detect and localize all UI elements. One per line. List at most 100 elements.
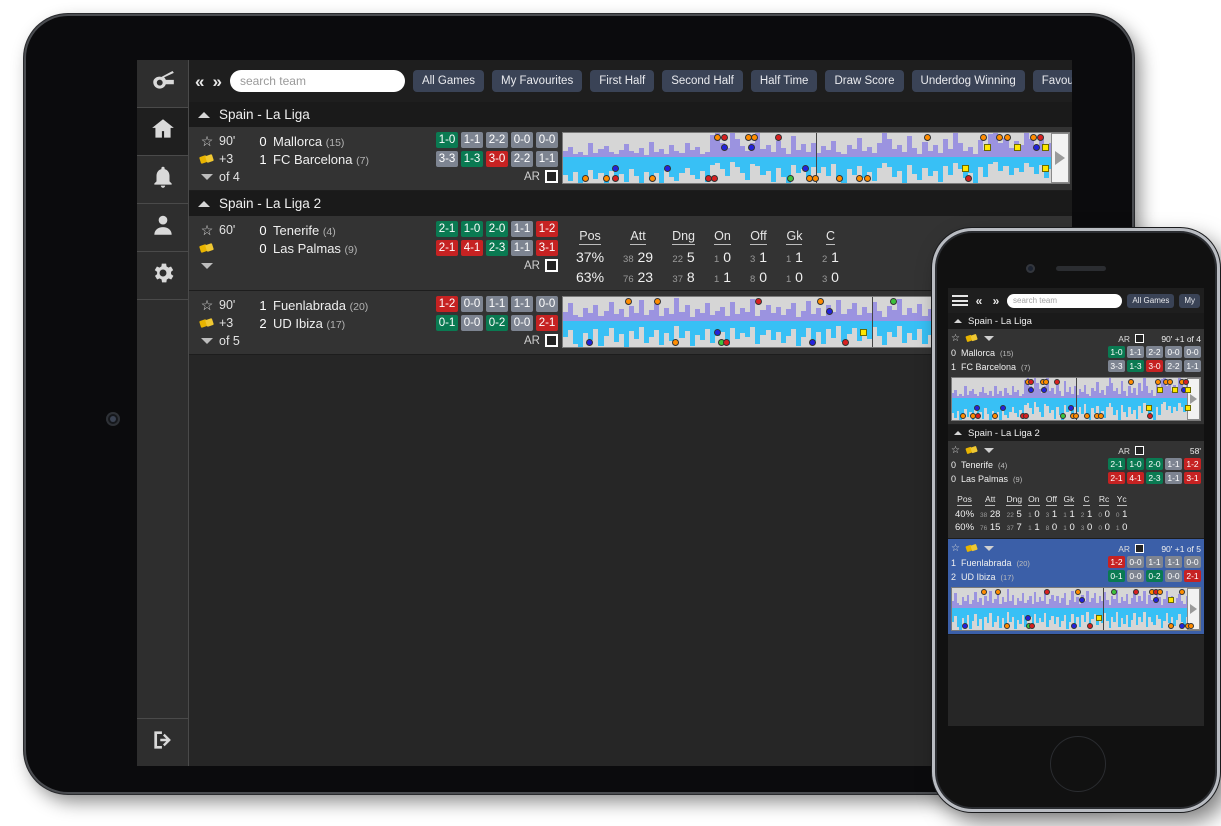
cards-icon[interactable] — [965, 442, 979, 460]
favourite-star-icon[interactable]: ☆ — [951, 445, 960, 456]
match-row[interactable]: ☆ AR 90' +1 of 4 0 Mallorca (15) 1 FC Ba… — [948, 329, 1204, 425]
chart-event-dot — [1042, 379, 1049, 385]
expand-match-icon[interactable] — [195, 338, 219, 344]
match-row[interactable]: ☆ AR 58' 0 Tenerife (4) 0 Las Palmas (9)… — [948, 441, 1204, 539]
recent-scores: 2-1 1-0 2-0 1-1 1-2 2-1 4-1 2-3 1-1 3-1 — [434, 216, 562, 290]
collapse-all-icon[interactable]: « — [195, 73, 204, 90]
logout-icon — [150, 727, 176, 758]
chart-event-dot — [1182, 379, 1189, 385]
stat-away-value: 3 0 — [821, 269, 839, 285]
score-chip: 2-2 — [1165, 360, 1182, 372]
momentum-chart[interactable] — [562, 132, 1070, 184]
phone-home-button[interactable] — [1050, 736, 1106, 792]
menu-icon[interactable] — [952, 295, 968, 306]
ar-checkbox[interactable] — [545, 334, 558, 347]
expand-match-icon[interactable] — [195, 263, 219, 269]
stat-column: On 1 0 1 1 — [1028, 489, 1040, 533]
filter-second-half[interactable]: Second Half — [662, 70, 743, 92]
filter-all-games[interactable]: All Games — [412, 70, 484, 92]
league-header-la-liga-2[interactable]: Spain - La Liga 2 — [189, 191, 1072, 216]
search-input[interactable] — [229, 70, 405, 92]
filter-draw-score[interactable]: Draw Score — [825, 70, 904, 92]
expand-all-icon[interactable]: » — [990, 294, 1002, 308]
filter-my-favourites[interactable]: My Favourites — [491, 70, 583, 92]
favourite-star-icon[interactable]: ☆ — [951, 333, 960, 344]
stat-column: Gk 1 1 1 0 — [786, 227, 803, 285]
cards-icon[interactable] — [195, 153, 219, 165]
sidebar-item-settings[interactable] — [137, 252, 188, 300]
score-chip: 1-1 — [461, 132, 483, 148]
filter-half-time[interactable]: Half Time — [750, 70, 818, 92]
ar-checkbox[interactable] — [1135, 544, 1144, 553]
home-team: Mallorca (15) — [273, 134, 344, 149]
score-chip: 1-0 — [436, 132, 458, 148]
expand-match-icon[interactable] — [983, 448, 994, 453]
league-header-la-liga[interactable]: Spain - La Liga — [948, 313, 1204, 329]
stat-away-value: 1 0 — [785, 269, 803, 285]
match-row[interactable]: ☆ 90' 0 Mallorca (15) +3 1 FC Barcelona … — [189, 127, 1072, 191]
favourite-star-icon[interactable]: ☆ — [951, 543, 960, 554]
favourite-star-icon[interactable]: ☆ — [195, 133, 219, 150]
chart-event-dot — [979, 134, 987, 141]
chart-yellow-card-marker — [859, 329, 867, 336]
chart-event-dot — [1024, 614, 1031, 621]
chart-event-dot — [1004, 623, 1011, 629]
expand-match-icon[interactable] — [983, 546, 994, 551]
ar-checkbox[interactable] — [545, 170, 558, 183]
sidebar-item-profile[interactable] — [137, 204, 188, 252]
filter-favourite-winning[interactable]: Favouri — [1032, 70, 1072, 92]
score-chip: 2-3 — [486, 240, 508, 256]
ar-checkbox[interactable] — [1135, 446, 1144, 455]
favourite-star-icon[interactable]: ☆ — [195, 222, 219, 239]
home-team-name: Mallorca — [273, 133, 323, 149]
match-row-selected[interactable]: ☆ AR 90' +1 of 5 1 Fuenlabrada (20) 2 UD… — [948, 539, 1204, 635]
filter-my-favourites[interactable]: My — [1179, 293, 1200, 308]
search-input[interactable] — [1007, 293, 1123, 308]
away-team: Las Palmas (9) — [273, 241, 357, 256]
stat-away-value: 1 0 — [1063, 522, 1075, 533]
momentum-chart[interactable] — [951, 377, 1201, 421]
home-team-name: Mallorca — [961, 348, 996, 358]
chart-event-dot — [1022, 413, 1029, 419]
cards-icon[interactable] — [195, 317, 219, 329]
league-header-la-liga-2[interactable]: Spain - La Liga 2 — [948, 425, 1204, 441]
chart-event-dot — [1167, 623, 1174, 629]
chart-event-dot — [1127, 379, 1134, 385]
recent-scores: 1-2 0-0 1-1 1-1 0-0 0-1 0-0 0-2 0-0 2-1 — [1108, 556, 1201, 584]
league-header-la-liga[interactable]: Spain - La Liga — [189, 102, 1072, 127]
filter-first-half[interactable]: First Half — [590, 70, 655, 92]
chart-event-dot — [964, 175, 972, 182]
favourite-star-icon[interactable]: ☆ — [195, 297, 219, 314]
ar-checkbox[interactable] — [545, 259, 558, 272]
chart-scroll-right-button[interactable] — [1051, 133, 1069, 183]
chevron-right-icon — [1190, 604, 1197, 614]
stat-column: C 2 1 3 0 — [822, 227, 839, 285]
stat-away-value: 60% — [955, 522, 975, 533]
chart-yellow-card-marker — [1168, 597, 1175, 604]
expand-match-icon[interactable] — [195, 174, 219, 180]
cards-icon[interactable] — [195, 242, 219, 254]
collapse-all-icon[interactable]: « — [973, 294, 985, 308]
expand-match-icon[interactable] — [983, 336, 994, 341]
filter-all-games[interactable]: All Games — [1127, 293, 1175, 308]
expand-all-icon[interactable]: » — [212, 73, 221, 90]
chart-scroll-right-button[interactable] — [1187, 378, 1200, 420]
momentum-chart[interactable] — [951, 587, 1201, 631]
sidebar-item-home[interactable] — [137, 108, 188, 156]
stat-column: On 1 0 1 1 — [714, 227, 731, 285]
phone-toolbar: « » All Games My — [948, 288, 1204, 313]
filter-underdog-winning[interactable]: Underdog Winning — [911, 70, 1025, 92]
chart-event-dot — [811, 175, 819, 182]
sidebar-item-alerts[interactable] — [137, 156, 188, 204]
score-chip: 0-0 — [536, 132, 558, 148]
stat-home-value: 3 1 — [1045, 509, 1058, 520]
ar-checkbox[interactable] — [1135, 334, 1144, 343]
sidebar-item-logout[interactable] — [137, 718, 188, 766]
stat-home-value: 1 0 — [714, 249, 731, 265]
cards-icon[interactable] — [965, 540, 979, 558]
cards-icon[interactable] — [965, 330, 979, 348]
score-chip: 1-0 — [461, 221, 483, 237]
sidebar-item-logo-whistle[interactable] — [137, 60, 188, 108]
home-team-rank: (15) — [1000, 348, 1014, 358]
score-chip: 1-1 — [511, 296, 533, 312]
